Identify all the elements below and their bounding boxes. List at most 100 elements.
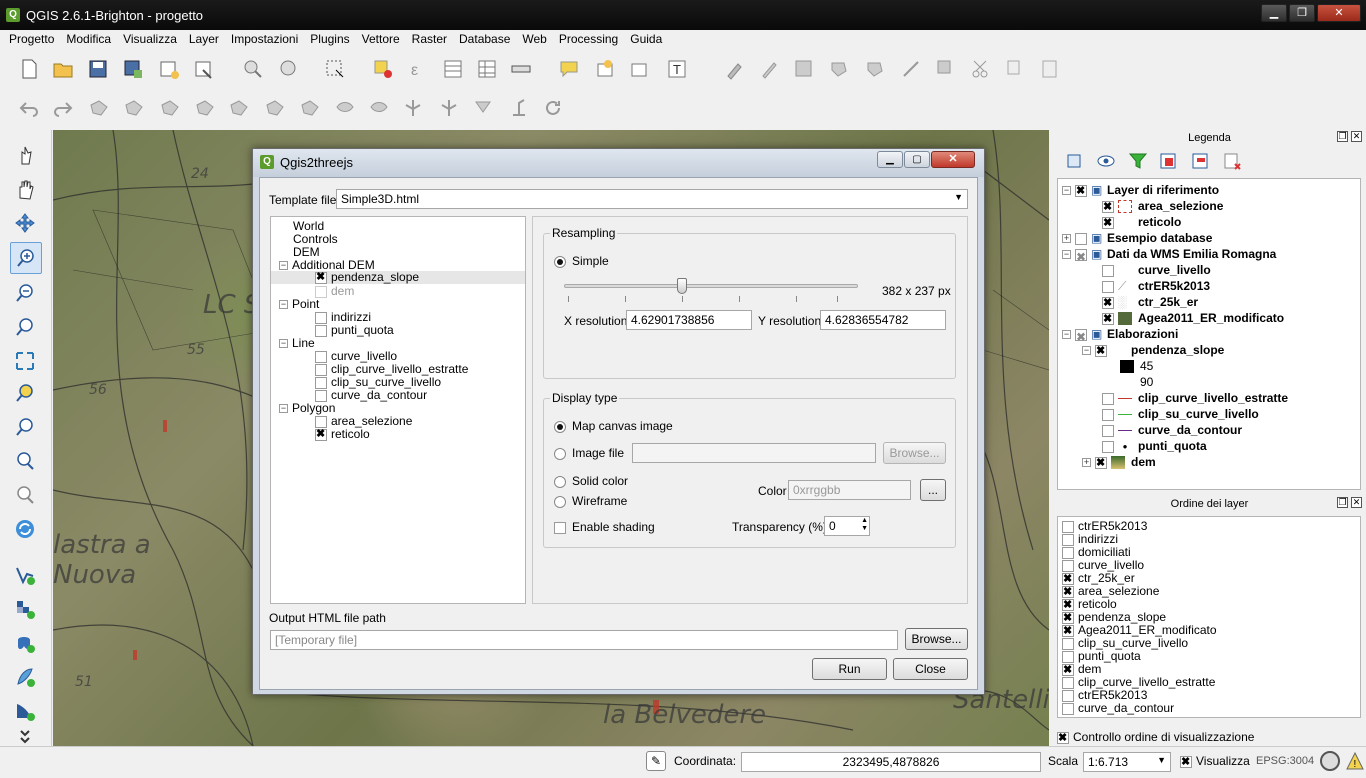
composer-manager-icon[interactable] — [191, 56, 217, 82]
collapse-all-icon[interactable] — [1187, 148, 1213, 174]
image-file-radio[interactable]: Image file — [554, 446, 624, 460]
fill-ring-icon[interactable] — [192, 95, 218, 121]
menu-processing[interactable]: Processing — [553, 30, 624, 46]
attribute-table-icon[interactable] — [440, 56, 466, 82]
coordinate-field[interactable]: 2323495,4878826 — [741, 752, 1041, 772]
layer-tree[interactable]: −▣Layer di riferimento area_selezione re… — [1057, 178, 1361, 490]
transparency-spinbox[interactable]: 0 ▲ ▼ — [824, 516, 870, 536]
delete-selected-icon[interactable] — [933, 56, 959, 82]
menu-layer[interactable]: Layer — [183, 30, 225, 46]
legend-row-dati-da-wms[interactable]: − ✖ ▣ Dati da WMS Emilia Romagna — [1062, 247, 1276, 264]
menu-raster[interactable]: Raster — [406, 30, 453, 46]
more-tools-chevron-icon[interactable] — [12, 730, 38, 746]
tree-item-dem-layer[interactable]: dem — [315, 285, 354, 298]
legend-row-pendenza-slope[interactable]: −pendenza_slope — [1082, 343, 1224, 359]
tree-item-polygon[interactable]: − Polygon — [279, 402, 335, 415]
legend-row-clip-su-curve-livello[interactable]: clip_su_curve_livello — [1102, 407, 1259, 423]
split-parts-icon[interactable] — [400, 95, 426, 121]
open-project-icon[interactable] — [50, 56, 76, 82]
save-edits-icon[interactable] — [791, 56, 817, 82]
node-tool-icon[interactable] — [898, 56, 924, 82]
maximize-button[interactable]: ❐ — [1289, 4, 1315, 22]
save-as-icon[interactable] — [120, 56, 146, 82]
undo-icon[interactable] — [16, 95, 42, 121]
delete-ring-icon[interactable] — [226, 95, 252, 121]
merge-features-icon[interactable] — [436, 95, 462, 121]
output-browse-button[interactable]: Browse... — [905, 628, 968, 650]
menu-modifica[interactable]: Modifica — [60, 30, 117, 46]
legend-row-curve-livello[interactable]: curve_livello — [1102, 263, 1211, 279]
new-bookmark-icon[interactable] — [592, 56, 618, 82]
add-raster-layer-icon[interactable] — [12, 596, 38, 622]
map-tips-icon[interactable] — [556, 56, 582, 82]
template-combo[interactable]: Simple3D.html ▼ — [336, 189, 968, 209]
pan-to-selection-icon[interactable] — [12, 210, 38, 236]
text-annotation-icon[interactable]: T — [664, 56, 690, 82]
zoom-out-icon[interactable] — [12, 280, 38, 306]
select-features-icon[interactable] — [322, 56, 348, 82]
close-panel-icon[interactable]: ✕ — [1351, 131, 1362, 142]
enable-shading-checkbox[interactable]: Enable shading — [554, 520, 655, 534]
merge-attributes-icon[interactable] — [470, 95, 496, 121]
color-picker-button[interactable]: ... — [920, 479, 946, 501]
menu-database[interactable]: Database — [453, 30, 516, 46]
legend-row-punti-quota[interactable]: ● punti_quota — [1102, 439, 1207, 455]
order-row[interactable]: curve_da_contour — [1062, 701, 1174, 717]
messages-warning-icon[interactable]: ! — [1346, 751, 1364, 771]
add-postgis-layer-icon[interactable] — [12, 630, 38, 656]
refresh-icon[interactable] — [12, 516, 38, 542]
rotate-symbols-icon[interactable] — [506, 95, 532, 121]
copy-features-icon[interactable] — [1002, 56, 1028, 82]
add-ring-icon[interactable] — [121, 95, 147, 121]
remove-layer-icon[interactable] — [1219, 148, 1245, 174]
rotate-feature-icon[interactable] — [540, 95, 566, 121]
close-panel-icon[interactable]: ✕ — [1351, 497, 1362, 508]
zoom-to-selection-icon[interactable] — [12, 380, 38, 406]
measure-icon[interactable] — [276, 56, 302, 82]
run-button[interactable]: Run — [812, 658, 887, 680]
offset-curve-icon[interactable] — [332, 95, 358, 121]
legend-row-curve-da-contour[interactable]: curve_da_contour — [1102, 423, 1242, 439]
menu-guida[interactable]: Guida — [624, 30, 668, 46]
new-project-icon[interactable] — [16, 56, 42, 82]
identify-features-icon[interactable] — [240, 56, 266, 82]
float-panel-icon[interactable]: ❐ — [1337, 131, 1348, 142]
pan-icon[interactable] — [12, 176, 38, 202]
menu-impostazioni[interactable]: Impostazioni — [225, 30, 304, 46]
zoom-last-icon[interactable] — [12, 448, 38, 474]
add-spatialite-layer-icon[interactable] — [12, 664, 38, 690]
crs-globe-icon[interactable] — [1320, 751, 1340, 771]
redo-icon[interactable] — [50, 95, 76, 121]
toggle-editing-icon[interactable] — [756, 56, 782, 82]
menu-progetto[interactable]: Progetto — [0, 30, 60, 46]
dialog-minimize-button[interactable]: ▁ — [877, 151, 903, 168]
legend-row-agea2011[interactable]: Agea2011_ER_modificato — [1102, 311, 1284, 327]
legend-row-dem[interactable]: +dem — [1082, 455, 1156, 471]
legend-row-area-selezione[interactable]: area_selezione — [1102, 199, 1223, 215]
coordinate-toggle-icon[interactable]: ✎ — [646, 751, 666, 771]
tree-item-reticolo[interactable]: reticolo — [315, 428, 370, 441]
statistics-icon[interactable] — [474, 56, 500, 82]
save-project-icon[interactable] — [85, 56, 111, 82]
reshape-icon[interactable] — [297, 95, 323, 121]
dialog-close-button[interactable]: ✕ — [931, 151, 975, 168]
current-edits-icon[interactable] — [722, 56, 748, 82]
simplify-feature-icon[interactable] — [86, 95, 112, 121]
close-dialog-button[interactable]: Close — [893, 658, 968, 680]
float-panel-icon[interactable]: ❐ — [1337, 497, 1348, 508]
simple-radio[interactable]: Simple — [554, 254, 609, 268]
legend-row-clip-curve-livello-estratte[interactable]: clip_curve_livello_estratte — [1102, 391, 1288, 407]
deselect-icon[interactable] — [370, 56, 396, 82]
menu-visualizza[interactable]: Visualizza — [117, 30, 183, 46]
tree-item-point[interactable]: − Point — [279, 298, 319, 311]
legend-row-ctr-25k-er[interactable]: ░ctr_25k_er — [1102, 295, 1198, 311]
layer-order-list[interactable]: ctrER5k2013 indirizzi domiciliati curve_… — [1057, 516, 1361, 718]
legend-row-layer-di-riferimento[interactable]: −▣Layer di riferimento — [1062, 183, 1219, 199]
slider-handle[interactable] — [676, 278, 687, 294]
delete-part-icon[interactable] — [262, 95, 288, 121]
legend-row-esempio-database[interactable]: + ▣ Esempio database — [1062, 231, 1212, 247]
filter-legend-icon[interactable] — [1125, 148, 1151, 174]
image-browse-button[interactable]: Browse... — [883, 442, 946, 464]
close-button[interactable]: ✕ — [1317, 4, 1361, 22]
tree-item-pendenza-slope[interactable]: pendenza_slope — [271, 271, 525, 284]
